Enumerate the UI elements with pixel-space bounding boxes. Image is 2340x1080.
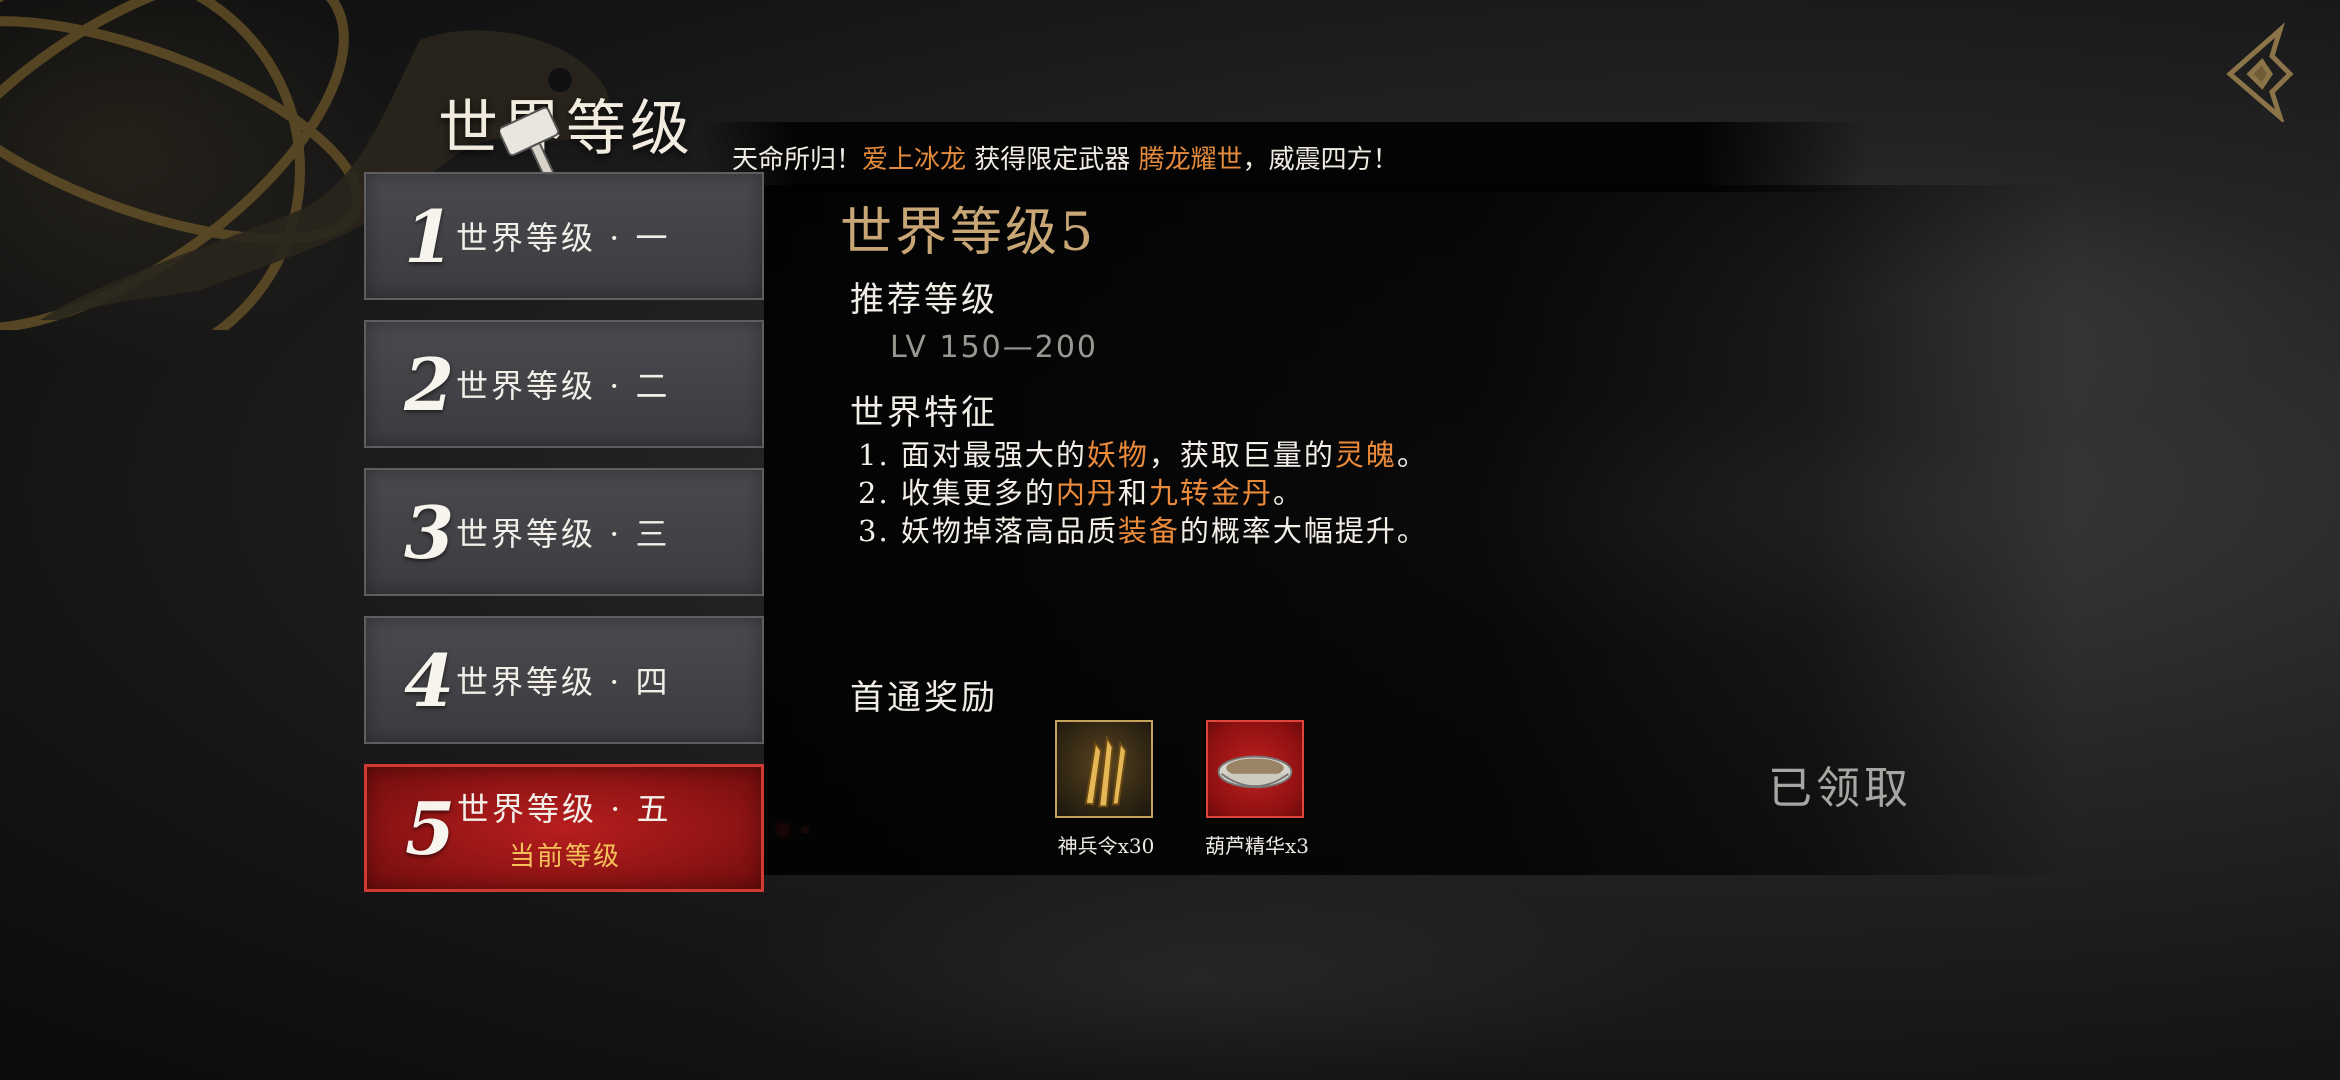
- feature-highlight: 妖物: [1086, 438, 1149, 472]
- claimed-status-label: 已领取: [1768, 763, 1912, 814]
- level-number: 5: [405, 785, 456, 871]
- feature-text: 1. 面对最强大的: [858, 438, 1087, 472]
- feature-text: 3. 妖物掉落高品质: [858, 514, 1118, 548]
- reward-name: 葫芦精华x3: [1204, 834, 1309, 858]
- world-level-list: 1 世界等级 · 一 2 世界等级 · 二 3 世界等级 · 三 4 世界等级 …: [364, 172, 764, 912]
- level-number: 4: [404, 637, 455, 723]
- recommend-level-value: LV 150—200: [890, 330, 1098, 365]
- level-label: 世界等级 · 四: [456, 663, 671, 701]
- level-tab-2[interactable]: 2 世界等级 · 二: [364, 320, 764, 448]
- announcement-weapon: 腾龙耀世: [1138, 144, 1243, 175]
- feature-line-3: 3. 妖物掉落高品质装备的概率大幅提升。: [858, 508, 1428, 550]
- feature-text: 。: [1396, 438, 1428, 472]
- announcement-suffix: ，威震四方！: [1242, 144, 1399, 175]
- recommend-level-heading: 推荐等级: [850, 280, 998, 320]
- essence-bowl-icon: [1206, 720, 1304, 818]
- level-number: 2: [404, 341, 455, 427]
- level-number: 1: [404, 193, 455, 279]
- level-label: 世界等级 · 二: [456, 367, 671, 405]
- level-label: 世界等级 · 一: [456, 219, 671, 257]
- reward-item-2[interactable]: 葫芦精华x3: [1205, 720, 1309, 859]
- announcement-player: 爱上冰龙: [862, 144, 967, 175]
- level-label: 世界等级 · 五: [457, 789, 672, 828]
- first-clear-reward-heading: 首通奖励: [850, 678, 998, 718]
- announcement-prefix: 天命所归！: [732, 144, 863, 175]
- arrow-token-icon: [1055, 720, 1153, 818]
- announcement-middle: 获得限定武器: [966, 144, 1139, 175]
- feature-line-2: 2. 收集更多的内丹和九转金丹。: [858, 470, 1304, 512]
- feature-highlight: 九转金丹: [1148, 476, 1273, 510]
- feature-line-1: 1. 面对最强大的妖物，获取巨量的灵魄。: [858, 432, 1428, 474]
- world-feature-heading: 世界特征: [850, 393, 998, 433]
- feature-highlight: 灵魄: [1334, 438, 1397, 472]
- feature-text: 2. 收集更多的: [858, 476, 1056, 510]
- level-tab-3[interactable]: 3 世界等级 · 三: [364, 468, 764, 596]
- level-number: 3: [404, 489, 455, 575]
- announcement-banner: 天命所归！ 爱上冰龙 获得限定武器 腾龙耀世 ，威震四方！: [700, 122, 1870, 192]
- level-tab-4[interactable]: 4 世界等级 · 四: [364, 616, 764, 744]
- level-tab-1[interactable]: 1 世界等级 · 一: [364, 172, 764, 300]
- level-tab-5[interactable]: 5 世界等级 · 五 当前等级: [364, 764, 764, 892]
- menu-emblem-icon[interactable]: [2210, 22, 2310, 122]
- reward-item-1[interactable]: 神兵令x30: [1055, 720, 1157, 859]
- feature-text: 和: [1117, 476, 1149, 510]
- feature-highlight: 装备: [1117, 514, 1180, 548]
- level-label-group: 世界等级 · 五 当前等级: [457, 784, 672, 873]
- feature-text: ，获取巨量的: [1148, 438, 1335, 472]
- detail-title: 世界等级5: [840, 203, 1097, 263]
- feature-text: 。: [1272, 476, 1304, 510]
- feature-highlight: 内丹: [1055, 476, 1118, 510]
- current-level-badge: 当前等级: [509, 841, 622, 872]
- level-label: 世界等级 · 三: [456, 515, 671, 553]
- feature-text: 的概率大幅提升。: [1179, 514, 1428, 548]
- reward-name: 神兵令x30: [1057, 834, 1155, 858]
